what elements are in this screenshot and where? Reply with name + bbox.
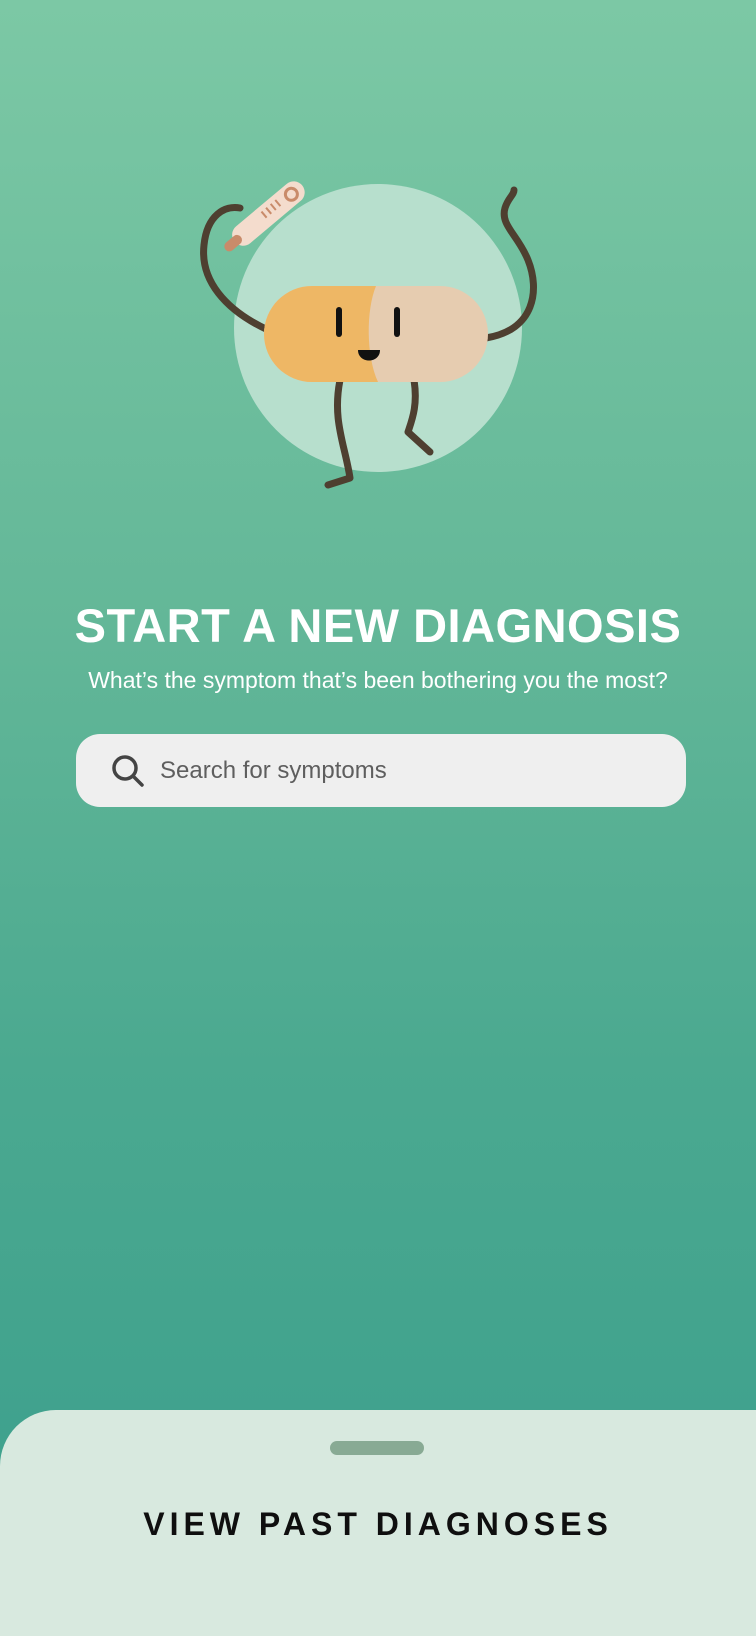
past-diagnoses-sheet[interactable]: VIEW PAST DIAGNOSES bbox=[0, 1410, 756, 1636]
page-subtitle: What’s the symptom that’s been bothering… bbox=[88, 667, 668, 693]
search-bar[interactable] bbox=[76, 734, 686, 807]
page-title: START A NEW DIAGNOSIS bbox=[74, 599, 682, 652]
search-icon bbox=[112, 754, 144, 787]
drag-handle-icon[interactable] bbox=[330, 1441, 424, 1455]
view-past-diagnoses-button[interactable]: VIEW PAST DIAGNOSES bbox=[0, 1504, 756, 1544]
diagnosis-screen: START A NEW DIAGNOSIS What’s the symptom… bbox=[0, 0, 756, 1636]
pill-mascot-icon bbox=[200, 181, 537, 489]
search-input[interactable] bbox=[160, 750, 640, 791]
